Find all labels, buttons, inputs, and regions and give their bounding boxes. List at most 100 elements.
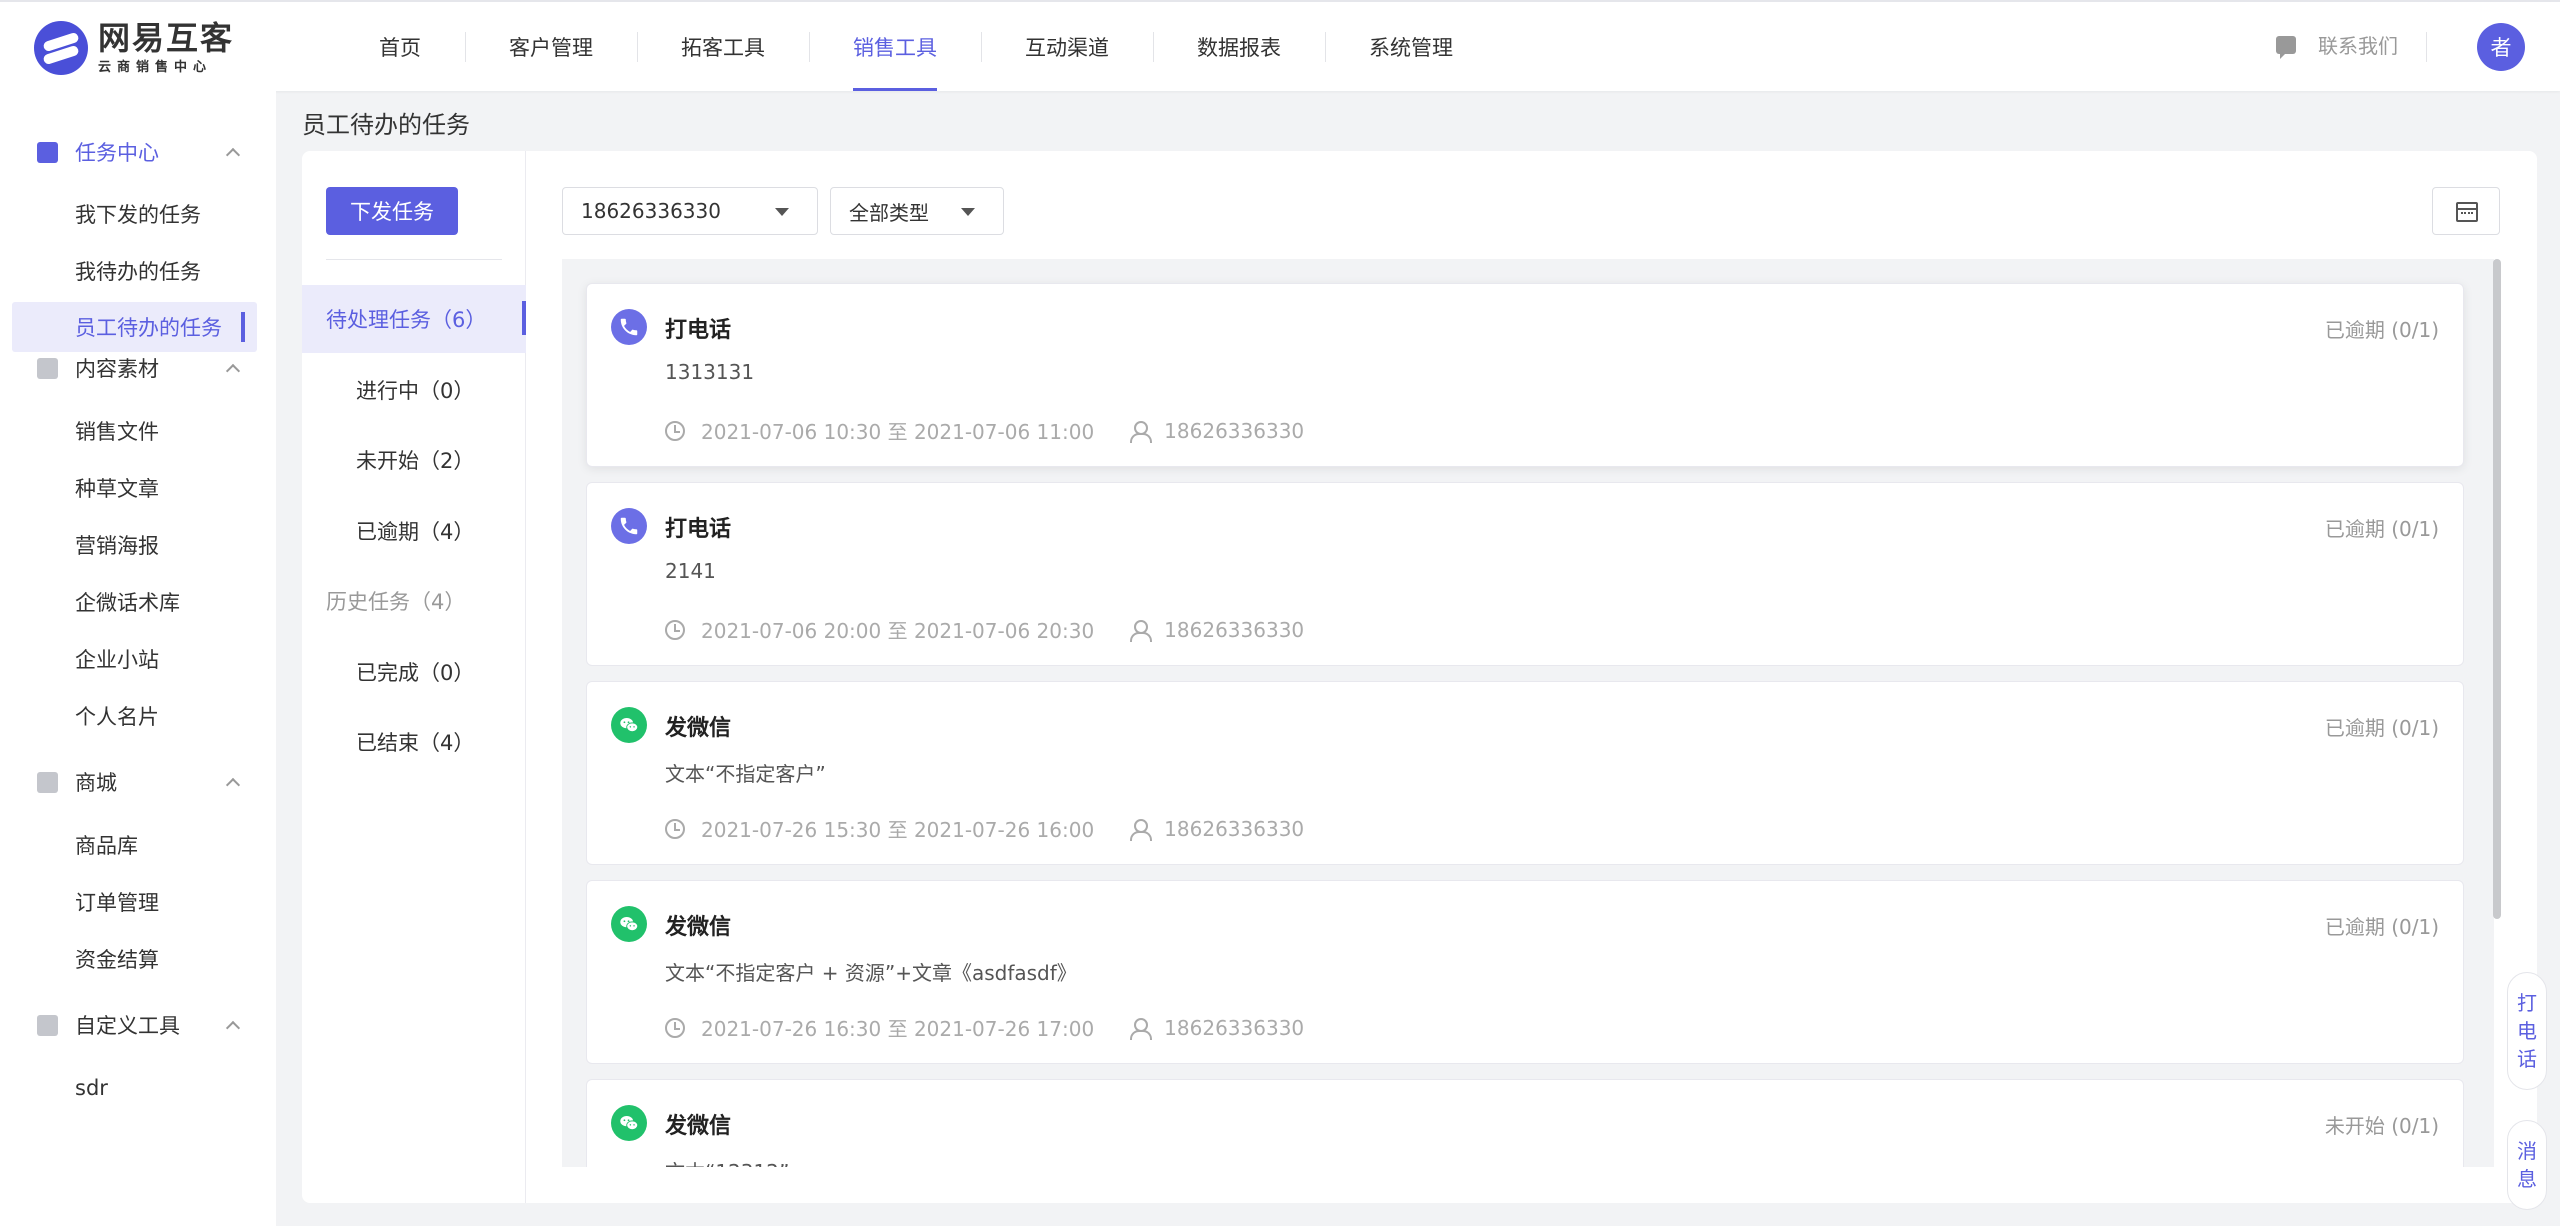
calendar-icon	[2456, 202, 2478, 222]
divider	[326, 259, 502, 260]
grid-icon	[37, 1014, 58, 1036]
nav-data-reports[interactable]: 数据报表	[1153, 2, 1325, 91]
nav-prospecting-tools[interactable]: 拓客工具	[637, 2, 809, 91]
sidebar-group-label: 内容素材	[75, 357, 159, 381]
nav-customer-management[interactable]: 客户管理	[465, 2, 637, 91]
caret-down-icon	[775, 208, 789, 216]
divider	[2426, 32, 2427, 62]
task-list[interactable]: 打电话 已逾期 (0/1) 1313131 2021-07-06 10:30 至…	[562, 259, 2494, 1167]
sidebar-group-label: 商城	[75, 771, 117, 795]
main-nav: 首页 客户管理 拓客工具 销售工具 互动渠道 数据报表 系统管理	[335, 2, 1497, 91]
type-select-value: 全部类型	[849, 200, 929, 225]
task-title: 发微信	[665, 716, 732, 741]
task-description: 文本“12312”	[665, 1156, 789, 1167]
sidebar-item-seeding-articles[interactable]: 种草文章	[12, 463, 257, 513]
user-icon	[1130, 420, 1153, 443]
sidebar-group-content-assets[interactable]: 内容素材	[0, 341, 276, 395]
user-icon	[1130, 818, 1153, 841]
task-status: 已逾期 (0/1)	[2324, 318, 2439, 342]
wechat-icon	[611, 906, 647, 942]
logo-subtitle: 云商销售中心	[98, 60, 213, 75]
task-icon	[37, 141, 58, 163]
contact-us-label: 联系我们	[2318, 34, 2398, 58]
calendar-button[interactable]	[2432, 187, 2500, 235]
chevron-up-icon	[225, 1020, 241, 1035]
layers-icon	[37, 357, 58, 379]
logo[interactable]: 网易互客 云商销售中心	[34, 20, 234, 75]
wechat-icon	[611, 1105, 647, 1141]
scrollbar-thumb[interactable]	[2493, 259, 2501, 919]
top-bar: 网易互客 云商销售中心 首页 客户管理 拓客工具 销售工具 互动渠道 数据报表 …	[0, 0, 2560, 91]
sidebar-item-business-card[interactable]: 个人名片	[12, 691, 257, 741]
task-description: 文本“不指定客户”	[665, 762, 826, 786]
sidebar-item-order-management[interactable]: 订单管理	[12, 877, 257, 927]
nav-home[interactable]: 首页	[335, 2, 465, 91]
nav-system-management[interactable]: 系统管理	[1325, 2, 1497, 91]
task-card[interactable]: 发微信 已逾期 (0/1) 文本“不指定客户 + 资源”+文章《asdfasdf…	[586, 880, 2464, 1064]
user-avatar[interactable]: 者	[2477, 23, 2525, 71]
chevron-up-icon	[225, 777, 241, 792]
sidebar-item-sdr[interactable]: sdr	[12, 1063, 257, 1113]
chevron-up-icon	[225, 147, 241, 162]
employee-select[interactable]: 18626336330	[562, 187, 818, 235]
category-history-tasks[interactable]: 历史任务（4）	[302, 567, 526, 635]
user-icon	[1130, 619, 1153, 642]
sidebar-item-sales-files[interactable]: 销售文件	[12, 406, 257, 456]
issue-task-button[interactable]: 下发任务	[326, 187, 458, 235]
task-status: 已逾期 (0/1)	[2324, 716, 2439, 740]
task-assignee: 18626336330	[1164, 1015, 1305, 1040]
task-card[interactable]: 发微信 未开始 (0/1) 文本“12312”	[586, 1079, 2464, 1167]
category-overdue[interactable]: 已逾期（4）	[356, 516, 474, 546]
sidebar-item-product-library[interactable]: 商品库	[12, 820, 257, 870]
category-ended[interactable]: 已结束（4）	[356, 727, 474, 757]
page-title: 员工待办的任务	[302, 111, 470, 139]
phone-icon	[611, 309, 647, 345]
phone-icon	[611, 508, 647, 544]
sidebar-item-wecom-script-library[interactable]: 企微话术库	[12, 577, 257, 627]
employee-select-value: 18626336330	[581, 199, 721, 223]
contact-us-link[interactable]: 联系我们	[2276, 30, 2398, 59]
nav-sales-tools[interactable]: 销售工具	[809, 2, 981, 91]
task-card[interactable]: 打电话 已逾期 (0/1) 1313131 2021-07-06 10:30 至…	[586, 283, 2464, 467]
sidebar-group-task-center[interactable]: 任务中心	[0, 125, 276, 179]
category-in-progress[interactable]: 进行中（0）	[356, 375, 474, 405]
category-not-started[interactable]: 未开始（2）	[356, 445, 474, 475]
sidebar-item-my-issued-tasks[interactable]: 我下发的任务	[12, 189, 257, 239]
floating-message-button[interactable]: 消 息	[2507, 1120, 2547, 1210]
chevron-up-icon	[225, 363, 241, 378]
task-card[interactable]: 打电话 已逾期 (0/1) 2141 2021-07-06 20:00 至 20…	[586, 482, 2464, 666]
sidebar-group-mall[interactable]: 商城	[0, 755, 276, 809]
task-status: 未开始 (0/1)	[2324, 1114, 2439, 1138]
task-category-panel: 下发任务 待处理任务（6） 进行中（0） 未开始（2） 已逾期（4） 历史任务（…	[302, 151, 526, 1203]
task-description: 1313131	[665, 360, 755, 384]
category-completed[interactable]: 已完成（0）	[356, 657, 474, 687]
task-status: 已逾期 (0/1)	[2324, 517, 2439, 541]
store-icon	[37, 771, 58, 793]
sidebar-item-company-site[interactable]: 企业小站	[12, 634, 257, 684]
task-title: 发微信	[665, 915, 732, 940]
nav-interaction-channels[interactable]: 互动渠道	[981, 2, 1153, 91]
float-call-char: 打	[2517, 991, 2537, 1015]
logo-title: 网易互客	[98, 19, 235, 57]
float-message-char: 消	[2517, 1139, 2537, 1163]
float-call-char: 电	[2517, 1019, 2537, 1043]
task-assignee: 18626336330	[1164, 617, 1305, 642]
task-title: 发微信	[665, 1114, 732, 1139]
sidebar-item-my-todo-tasks[interactable]: 我待办的任务	[12, 246, 257, 296]
sidebar-item-marketing-posters[interactable]: 营销海报	[12, 520, 257, 570]
clock-icon	[665, 420, 685, 441]
sidebar-group-label: 自定义工具	[75, 1014, 180, 1038]
task-card[interactable]: 发微信 已逾期 (0/1) 文本“不指定客户” 2021-07-26 15:30…	[586, 681, 2464, 865]
type-select[interactable]: 全部类型	[830, 187, 1004, 235]
task-list-scrollbar[interactable]	[2493, 259, 2503, 1167]
category-pending-tasks[interactable]: 待处理任务（6）	[302, 285, 526, 353]
task-assignee: 18626336330	[1164, 816, 1305, 841]
caret-down-icon	[961, 208, 975, 216]
chat-icon	[2276, 35, 2296, 59]
sidebar-item-fund-settlement[interactable]: 资金结算	[12, 934, 257, 984]
task-description: 文本“不指定客户 + 资源”+文章《asdfasdf》	[665, 961, 1077, 985]
sidebar-group-custom-tools[interactable]: 自定义工具	[0, 998, 276, 1052]
clock-icon	[665, 1017, 685, 1038]
floating-call-button[interactable]: 打 电 话	[2507, 972, 2547, 1090]
user-icon	[1130, 1017, 1153, 1040]
